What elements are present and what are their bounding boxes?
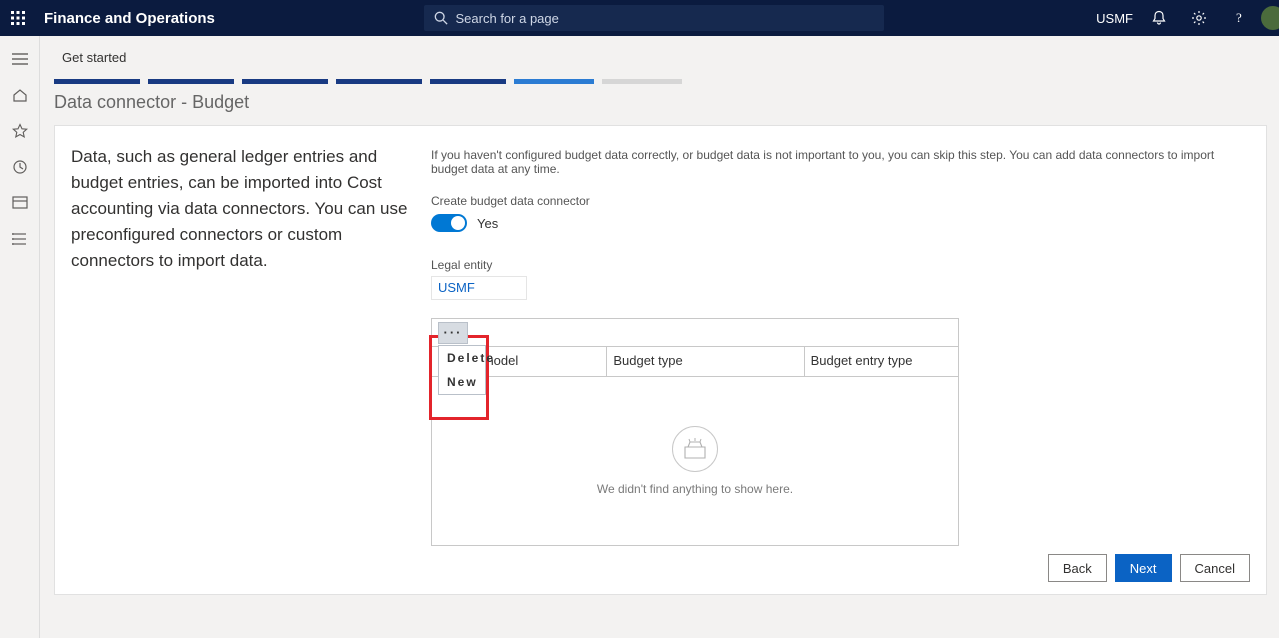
notifications-icon[interactable] [1141,0,1177,36]
legal-entity-label: Legal entity [431,258,1250,272]
col-budget-type[interactable]: Budget type [607,347,804,376]
grid-empty-state: We didn't find anything to show here. [432,377,958,545]
help-icon[interactable]: ? [1221,0,1257,36]
step-title: Data connector - Budget [54,92,1267,113]
grid-overflow-button[interactable]: ··· Delete New [438,322,468,344]
toggle-value: Yes [477,216,498,231]
empty-icon [672,426,718,472]
home-icon[interactable] [11,86,29,104]
progress-step [336,79,422,84]
progress-step [602,79,682,84]
avatar[interactable] [1261,6,1279,30]
grid-empty-text: We didn't find anything to show here. [597,482,793,496]
page-body: Get started Data connector - Budget Data… [40,36,1279,638]
menu-delete[interactable]: Delete [439,346,485,370]
progress-step [430,79,506,84]
back-button[interactable]: Back [1048,554,1107,582]
recent-icon[interactable] [11,158,29,176]
company-picker[interactable]: USMF [1092,11,1137,26]
cancel-button[interactable]: Cancel [1180,554,1250,582]
progress-step [148,79,234,84]
search-icon [434,11,448,25]
app-launcher-icon[interactable] [0,0,36,36]
col-budget-entry-type[interactable]: Budget entry type [805,347,958,376]
product-title: Finance and Operations [44,10,215,27]
grid-header: Budget model Budget type Budget entry ty… [432,347,958,377]
menu-new[interactable]: New [439,370,485,394]
progress-step [54,79,140,84]
breadcrumb[interactable]: Get started [62,50,1267,65]
top-nav: Finance and Operations Search for a page… [0,0,1279,36]
progress-step [242,79,328,84]
settings-icon[interactable] [1181,0,1217,36]
helper-text: If you haven't configured budget data co… [431,148,1250,176]
svg-text:?: ? [1236,10,1242,25]
wizard-progress [54,79,1267,84]
modules-icon[interactable] [11,230,29,248]
wizard-footer: Back Next Cancel [1048,554,1250,582]
global-search[interactable]: Search for a page [424,5,884,31]
search-placeholder: Search for a page [456,11,559,26]
wizard-card: Data, such as general ledger entries and… [54,125,1267,595]
grid-toolbar: ··· Delete New [432,319,958,347]
legal-entity-field[interactable]: USMF [431,276,527,300]
create-connector-toggle[interactable] [431,214,467,232]
workspace-icon[interactable] [11,194,29,212]
next-button[interactable]: Next [1115,554,1172,582]
create-connector-label: Create budget data connector [431,194,1250,208]
progress-step-current [514,79,594,84]
grid-overflow-menu: Delete New [438,345,486,395]
intro-text: Data, such as general ledger entries and… [71,144,411,546]
form-area: If you haven't configured budget data co… [431,144,1250,546]
left-rail [0,36,40,638]
budget-grid: ··· Delete New Budget model Budget t [431,318,959,546]
favorites-icon[interactable] [11,122,29,140]
hamburger-icon[interactable] [11,50,29,68]
